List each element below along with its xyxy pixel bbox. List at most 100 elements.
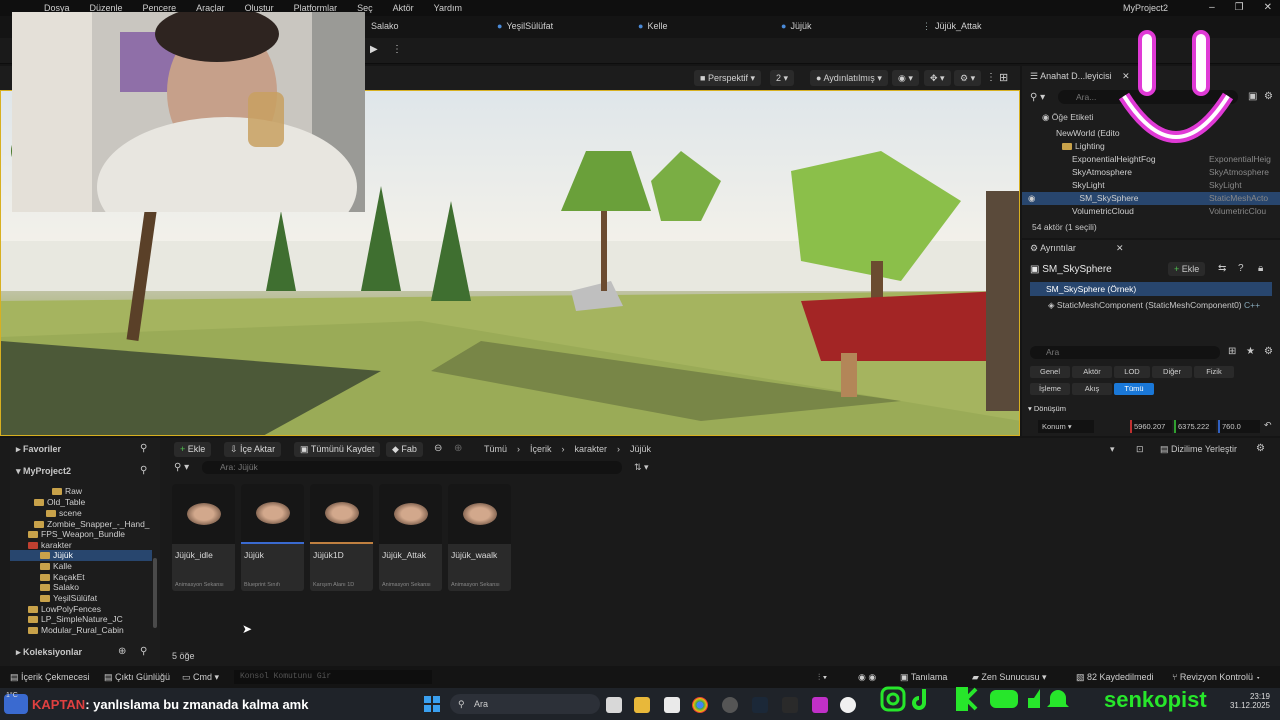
component-row[interactable]: ◈ StaticMeshComponent (StaticMeshCompone… bbox=[1048, 300, 1260, 311]
filter-physics[interactable]: Fizik bbox=[1194, 366, 1234, 378]
more-options-icon[interactable]: ⋮ bbox=[392, 44, 402, 55]
outliner-row[interactable]: VolumetricCloud VolumetricClou bbox=[1022, 205, 1280, 218]
store-icon[interactable] bbox=[664, 697, 680, 713]
location-y-field[interactable]: 6375.222 bbox=[1174, 420, 1216, 433]
tree-folder[interactable]: Kalle bbox=[40, 561, 72, 572]
tree-folder-selected[interactable]: Jüjük bbox=[10, 550, 152, 561]
fab-button[interactable]: ◆ Fab bbox=[386, 442, 423, 457]
layout-icon[interactable]: ⊞ bbox=[999, 71, 1008, 84]
console-input[interactable]: Konsol Komutunu Gir bbox=[234, 670, 432, 684]
breadcrumb-item[interactable]: karakter bbox=[575, 444, 608, 454]
perspective-button[interactable]: ■ Perspektif ▾ bbox=[694, 70, 761, 86]
help-icon[interactable]: ? bbox=[1238, 263, 1244, 274]
tree-folder[interactable]: FPS_Weapon_Bundle bbox=[28, 529, 125, 540]
restore-icon[interactable]: ❐ bbox=[1235, 2, 1244, 13]
back-icon[interactable]: ⊖ bbox=[434, 443, 442, 454]
obs-icon[interactable] bbox=[722, 697, 738, 713]
filter-lod[interactable]: LOD bbox=[1114, 366, 1150, 378]
filter-all[interactable]: Tümü bbox=[1114, 383, 1154, 395]
transform-button[interactable]: ✥ ▾ bbox=[924, 70, 951, 86]
sort-icon[interactable]: ⇅ ▾ bbox=[634, 462, 649, 473]
tab-kelle[interactable]: ● Kelle bbox=[638, 21, 667, 31]
tab-salako[interactable]: Salako bbox=[371, 21, 399, 31]
outliner-row-selected[interactable]: ◉ SM_SkySphere StaticMeshActo bbox=[1022, 192, 1280, 205]
close-icon[interactable]: ✕ bbox=[1264, 2, 1272, 13]
settings-icon[interactable]: ⚙ ▾ bbox=[954, 70, 982, 86]
app-icon[interactable] bbox=[812, 697, 828, 713]
asset-tile[interactable]: Jüjük Blueprint Sınıfı bbox=[241, 484, 304, 591]
details-search-input[interactable]: Ara bbox=[1030, 346, 1220, 359]
file-explorer-icon[interactable] bbox=[634, 697, 650, 713]
windows-start-icon[interactable] bbox=[424, 696, 440, 712]
lock-icon[interactable]: ⊡ bbox=[1136, 444, 1144, 455]
cmd-dropdown[interactable]: ▭ Cmd ▾ bbox=[182, 672, 219, 683]
more-options-icon[interactable]: ⋮ bbox=[986, 72, 996, 83]
epic-games-icon[interactable] bbox=[782, 697, 798, 713]
save-all-button[interactable]: ▣ Tümünü Kaydet bbox=[294, 442, 381, 457]
breadcrumb-item[interactable]: Tümü bbox=[484, 444, 507, 454]
outliner-row[interactable]: SkyLight SkyLight bbox=[1022, 179, 1280, 192]
menu-item[interactable]: Aktör bbox=[393, 0, 414, 16]
favorites-header[interactable]: ▸ Favoriler bbox=[16, 444, 61, 455]
settings-icon[interactable]: ⚙ bbox=[1264, 346, 1273, 357]
derive-button[interactable]: ▣ Tanılama bbox=[900, 672, 947, 683]
filter-actor[interactable]: Aktör bbox=[1072, 366, 1112, 378]
search-icon[interactable]: ⚲ bbox=[140, 443, 147, 454]
tab-yesilsulufat[interactable]: ● YeşilSülüfat bbox=[497, 21, 553, 31]
asset-tile[interactable]: Jüjük_waalk Animasyon Sekansı bbox=[448, 484, 511, 591]
breadcrumb-item[interactable]: İçerik bbox=[530, 444, 552, 454]
tree-folder[interactable]: Salako bbox=[40, 582, 79, 593]
chevron-down-icon[interactable]: ▾ bbox=[1110, 444, 1115, 455]
unsaved-button[interactable]: ▧ 82 Kaydedilmedi bbox=[1076, 672, 1154, 683]
settings-icon[interactable]: ⚙ bbox=[1256, 443, 1265, 454]
tree-folder[interactable]: Raw bbox=[52, 486, 82, 497]
zen-server-button[interactable]: ▰ Zen Sunucusu ▾ bbox=[972, 672, 1047, 683]
record-icon[interactable]: ◉ ◉ bbox=[858, 672, 876, 683]
add-collection-icon[interactable]: ⊕ bbox=[118, 646, 126, 657]
import-button[interactable]: ⇩ İçe Aktar bbox=[224, 442, 282, 457]
filter-rendering[interactable]: İşleme bbox=[1030, 383, 1070, 395]
tree-folder[interactable]: YeşilSülüfat bbox=[40, 593, 97, 604]
filter-other[interactable]: Diğer bbox=[1152, 366, 1192, 378]
location-dropdown[interactable]: Konum ▾ bbox=[1038, 420, 1094, 433]
details-tab[interactable]: ⚙ Ayrıntılar ✕ bbox=[1030, 243, 1123, 254]
output-log-button[interactable]: ▤ Çıktı Günlüğü bbox=[104, 672, 170, 683]
lit-mode-button[interactable]: ● Aydınlatılmış ▾ bbox=[810, 70, 888, 86]
blueprint-icon[interactable]: ⇆ bbox=[1218, 263, 1226, 274]
tree-folder[interactable]: Old_Table bbox=[34, 497, 85, 508]
filter-icon[interactable]: ⚲ ▾ bbox=[174, 462, 189, 473]
reset-icon[interactable]: ↶ bbox=[1264, 420, 1272, 431]
tree-scrollbar[interactable] bbox=[153, 558, 157, 628]
settings-icon[interactable]: ⚙ bbox=[1264, 91, 1273, 102]
camera-speed-button[interactable]: 2 ▾ bbox=[770, 70, 795, 86]
location-z-field[interactable]: 760.0 bbox=[1218, 420, 1260, 433]
play-icon[interactable]: ▶ bbox=[370, 44, 384, 58]
project-header[interactable]: ▾ MyProject2 bbox=[16, 466, 71, 477]
asset-tile[interactable]: Jüjük1D Karışım Alanı 1D bbox=[310, 484, 373, 591]
dock-layout-button[interactable]: ▤ Dizilime Yerleştir bbox=[1160, 444, 1237, 455]
location-x-field[interactable]: 5960.207 bbox=[1130, 420, 1172, 433]
collections-header[interactable]: ▸ Koleksiyonlar bbox=[16, 647, 82, 658]
component-instance-row[interactable]: SM_SkySphere (Örnek) bbox=[1030, 282, 1272, 296]
star-icon[interactable]: ★ bbox=[1246, 346, 1255, 357]
show-button[interactable]: ◉ ▾ bbox=[892, 70, 919, 86]
search-icon[interactable]: ⚲ bbox=[140, 465, 147, 476]
add-button[interactable]: + Ekle bbox=[174, 442, 212, 457]
search-icon[interactable]: ⚲ bbox=[140, 646, 147, 657]
minimize-icon[interactable]: – bbox=[1209, 2, 1215, 13]
lock-icon[interactable]: 🔒︎ bbox=[1258, 263, 1263, 274]
add-folder-icon[interactable]: ▣ bbox=[1248, 91, 1257, 102]
menu-item[interactable]: Yardım bbox=[434, 0, 462, 16]
content-drawer-button[interactable]: ▤ İçerik Çekmecesi bbox=[10, 672, 90, 683]
grid-view-icon[interactable]: ⊞ bbox=[1228, 346, 1236, 357]
tab-jujuk[interactable]: ● Jüjük bbox=[781, 21, 811, 31]
asset-tile[interactable]: Jüjük_Attak Animasyon Sekansı bbox=[379, 484, 442, 591]
tab-jujuk-attak[interactable]: ⋮ Jüjük_Attak bbox=[922, 21, 982, 32]
filter-general[interactable]: Genel bbox=[1030, 366, 1070, 378]
breadcrumb-item[interactable]: Jüjük bbox=[630, 444, 651, 454]
revision-control-button[interactable]: ⑂ Revizyon Kontrolü ▾ bbox=[1172, 672, 1261, 682]
tree-folder[interactable]: Modular_Rural_Cabin bbox=[28, 625, 124, 636]
asset-search-input[interactable]: Ara: Jüjük bbox=[202, 461, 622, 474]
tree-folder[interactable]: LP_SimpleNature_JC bbox=[28, 614, 123, 625]
unreal-engine-icon[interactable] bbox=[840, 697, 856, 713]
